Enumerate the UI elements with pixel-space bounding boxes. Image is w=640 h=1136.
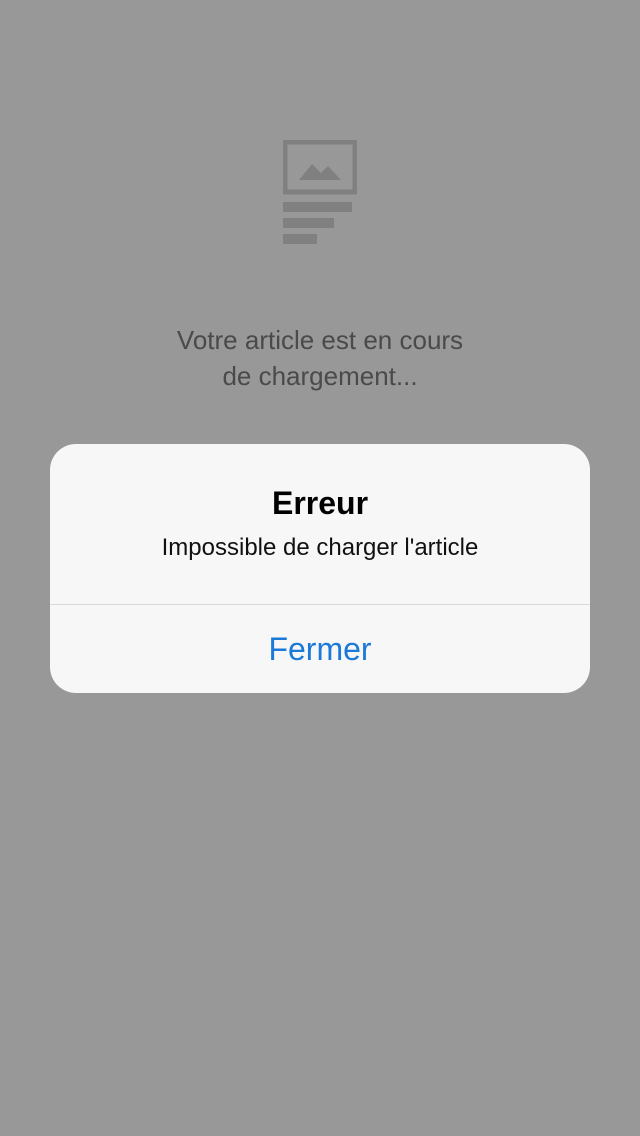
loading-message-line-2: de chargement... xyxy=(222,361,418,391)
alert-message: Impossible de charger l'article xyxy=(161,534,479,561)
close-button[interactable]: Fermer xyxy=(50,605,590,693)
article-placeholder-icon xyxy=(283,140,357,244)
loading-message: Votre article est en cours de chargement… xyxy=(0,322,640,394)
loading-message-line-1: Votre article est en cours xyxy=(176,325,464,355)
screen: Votre article est en cours de chargement… xyxy=(0,0,640,1136)
alert-title: Erreur xyxy=(271,485,369,521)
